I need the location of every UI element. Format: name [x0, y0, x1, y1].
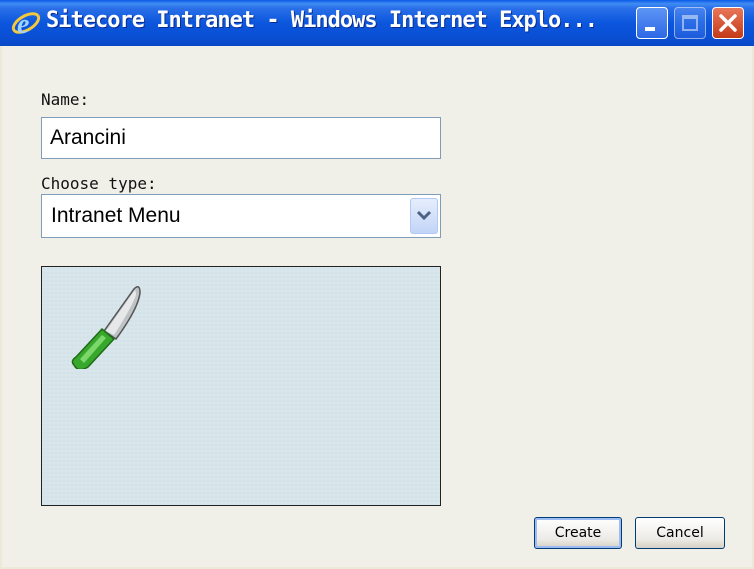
ie-icon: e — [10, 8, 42, 40]
choose-type-label: Choose type: — [41, 174, 157, 193]
type-select[interactable]: Intranet Menu — [41, 194, 441, 238]
cancel-button[interactable]: Cancel — [635, 517, 725, 549]
svg-text:e: e — [17, 9, 29, 38]
icon-preview — [41, 266, 441, 506]
dropdown-button[interactable] — [410, 198, 438, 234]
minimize-button[interactable] — [636, 7, 668, 39]
name-label: Name: — [41, 90, 90, 109]
close-button[interactable] — [712, 7, 744, 39]
create-button[interactable]: Create — [534, 517, 622, 549]
name-input[interactable] — [41, 117, 441, 159]
type-select-value: Intranet Menu — [51, 204, 181, 227]
maximize-button[interactable] — [674, 7, 706, 39]
title-bar[interactable]: e Sitecore Intranet - Windows Internet E… — [0, 0, 754, 46]
dialog-window: e Sitecore Intranet - Windows Internet E… — [0, 0, 754, 569]
knife-icon — [56, 279, 146, 373]
window-title: Sitecore Intranet - Windows Internet Exp… — [46, 8, 598, 33]
